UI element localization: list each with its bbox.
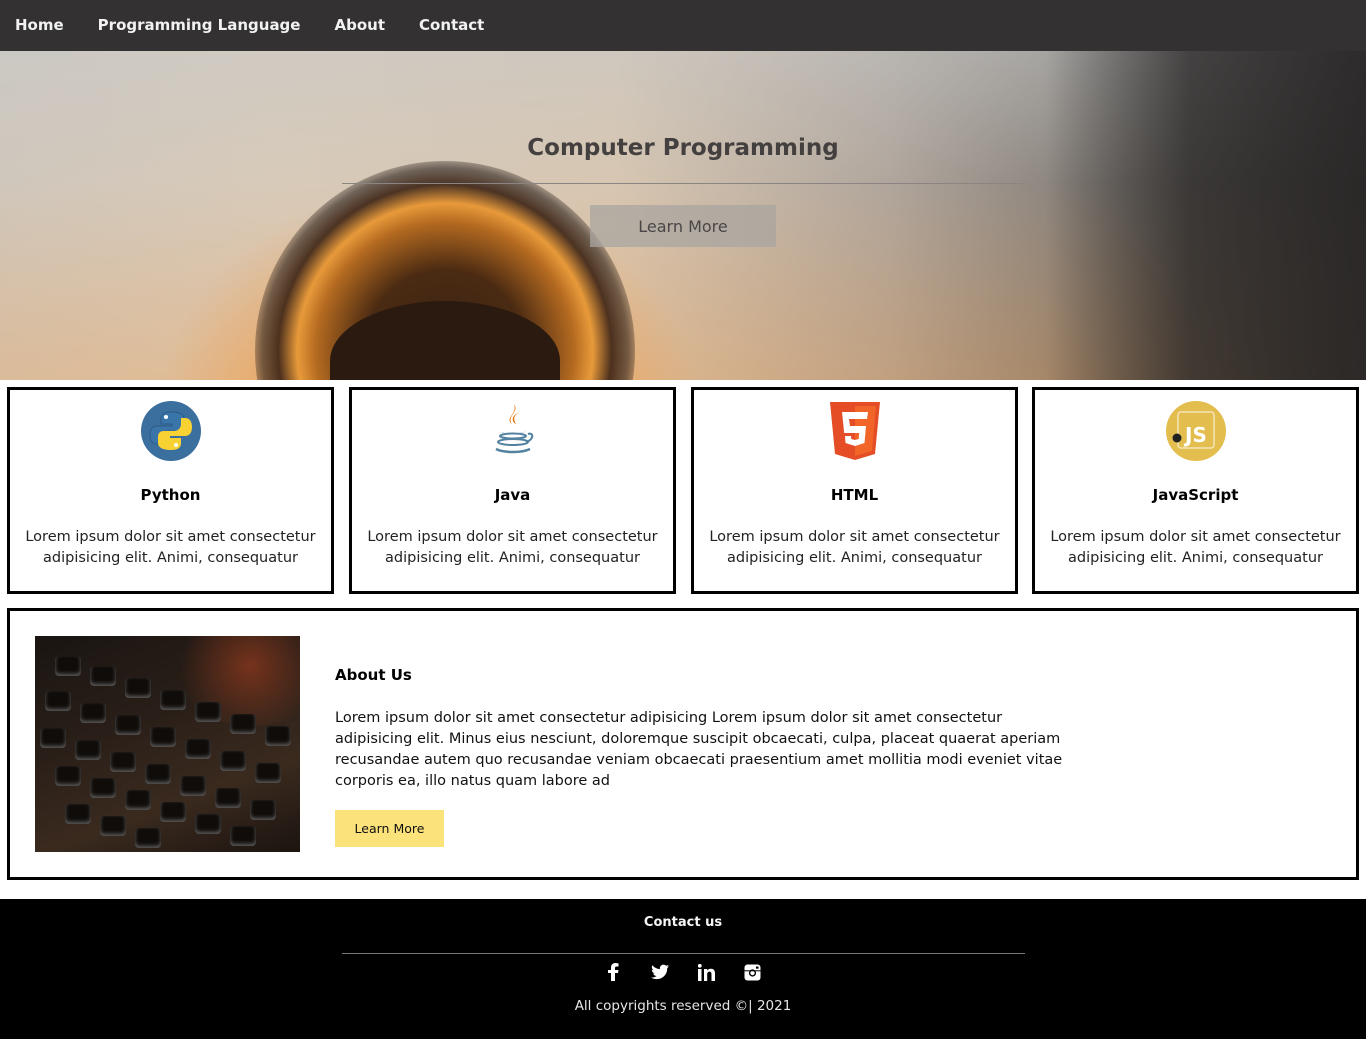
hero-banner: Computer Programming Learn More (0, 51, 1366, 380)
hero-title: Computer Programming (527, 135, 839, 161)
social-links (0, 962, 1366, 982)
python-icon (140, 401, 201, 461)
card-title: Python (140, 486, 201, 504)
card-javascript: JS JavaScript Lorem ipsum dolor sit amet… (1032, 387, 1359, 594)
card-text: Lorem ipsum dolor sit amet consectetur a… (25, 529, 316, 566)
javascript-icon: JS (1165, 401, 1226, 461)
footer-title: Contact us (643, 915, 723, 930)
card-text: Lorem ipsum dolor sit amet consectetur a… (709, 529, 1000, 566)
about-title: About Us (335, 666, 412, 684)
card-title: HTML (830, 486, 879, 504)
footer: Contact us All copyrights reserved ©| 20… (0, 899, 1366, 1039)
about-learn-more-button[interactable]: Learn More (335, 810, 444, 847)
card-java: Java Lorem ipsum dolor sit amet consecte… (349, 387, 676, 594)
hero-learn-more-button[interactable]: Learn More (590, 205, 776, 247)
hero-divider (342, 183, 1025, 184)
instagram-icon[interactable] (742, 962, 762, 982)
twitter-icon[interactable] (650, 962, 670, 982)
copyright-text: All copyrights reserved ©| 2021 (574, 998, 792, 1014)
linkedin-icon[interactable] (696, 962, 716, 982)
card-text: Lorem ipsum dolor sit amet consectetur a… (367, 529, 658, 566)
card-title: Java (494, 486, 531, 504)
about-section: About Us Lorem ipsum dolor sit amet cons… (7, 608, 1359, 880)
facebook-icon[interactable] (604, 962, 624, 982)
nav-link-about[interactable]: About (319, 0, 400, 51)
nav-link-contact[interactable]: Contact (404, 0, 499, 51)
hero-shadow (1046, 51, 1366, 380)
nav-link-home[interactable]: Home (0, 0, 79, 51)
card-title: JavaScript (1152, 486, 1239, 504)
card-html: HTML Lorem ipsum dolor sit amet consecte… (691, 387, 1018, 594)
card-python: Python Lorem ipsum dolor sit amet consec… (7, 387, 334, 594)
footer-divider (342, 953, 1025, 954)
card-text: Lorem ipsum dolor sit amet consectetur a… (1050, 529, 1341, 566)
java-icon (494, 404, 533, 454)
top-navbar: Home Programming Language About Contact (0, 0, 1366, 51)
html5-icon (829, 402, 880, 460)
about-text: Lorem ipsum dolor sit amet consectetur a… (335, 710, 1063, 789)
keyboard-image (35, 636, 300, 852)
svg-text:JS: JS (1183, 423, 1207, 447)
nav-link-programming-language[interactable]: Programming Language (83, 0, 316, 51)
